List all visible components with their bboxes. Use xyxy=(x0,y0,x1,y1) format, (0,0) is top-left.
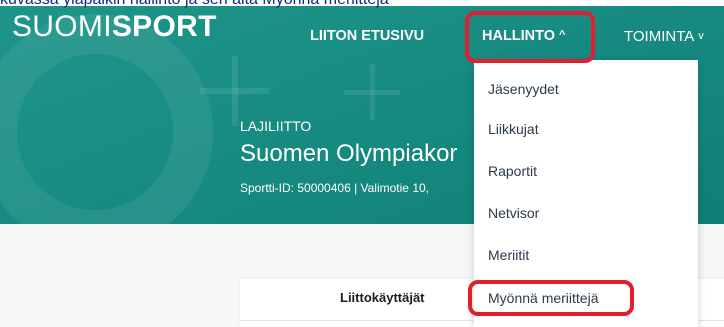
suomisport-logo[interactable]: SUOMISPORT xyxy=(12,10,217,44)
nav-toiminta[interactable]: TOIMINTA v xyxy=(624,28,704,45)
organization-name: Suomen Olympiakor xyxy=(240,140,458,167)
menu-item-netvisor[interactable]: Netvisor xyxy=(488,205,539,221)
menu-item-meriitit[interactable]: Meriitit xyxy=(488,247,529,263)
menu-item-jasenyydet[interactable]: Jäsenyydet xyxy=(488,81,559,97)
highlight-box-myonna-meriitteja xyxy=(468,280,634,316)
organization-type: LAJILIITTO xyxy=(240,118,312,134)
menu-item-liikkujat[interactable]: Liikkujat xyxy=(488,121,539,137)
tab-liittokayttajat[interactable]: Liittokäyttäjät xyxy=(340,290,425,305)
top-navigation-bar: SUOMISPORT LIITON ETUSIVU HALLINTO ^ TOIM… xyxy=(0,6,724,62)
menu-item-raportit[interactable]: Raportit xyxy=(488,163,537,179)
highlight-box-hallinto xyxy=(465,11,595,63)
nav-liiton-etusivu[interactable]: LIITON ETUSIVU xyxy=(310,28,424,44)
nav-toiminta-label: TOIMINTA xyxy=(624,28,695,45)
top-caption-text: kuvassa yläpalkin hallinto ja sen alta M… xyxy=(0,0,389,9)
chevron-down-icon: v xyxy=(698,30,704,42)
top-caption-strip: kuvassa yläpalkin hallinto ja sen alta M… xyxy=(0,0,724,9)
organization-info: Sportti-ID: 50000406 | Valimotie 10, xyxy=(240,181,429,195)
